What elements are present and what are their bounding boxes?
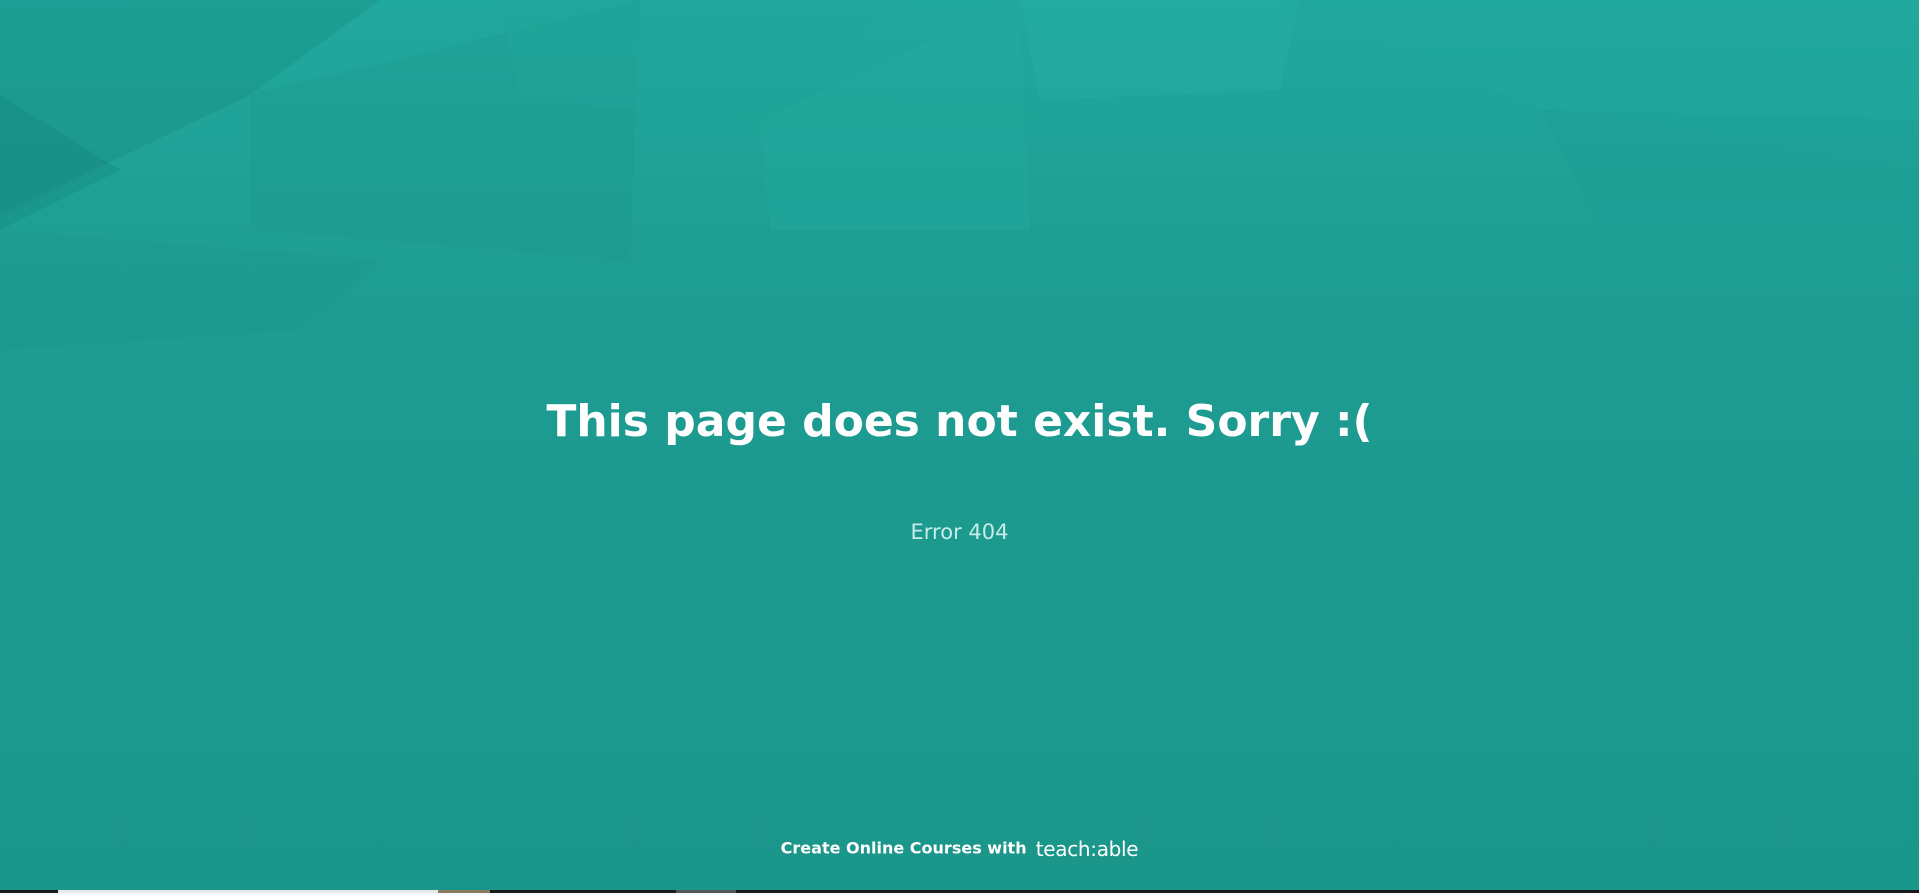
footer-text: Create Online Courses with <box>780 838 1027 858</box>
error-page: This page does not exist. Sorry :( Error… <box>0 0 1919 893</box>
create-online-courses-link[interactable]: Create Online Courses with teach:able <box>0 834 1919 863</box>
teachable-logo: teach:able <box>1035 836 1139 861</box>
error-code: Error 404 <box>910 520 1009 544</box>
page-title: This page does not exist. Sorry :( <box>546 396 1373 447</box>
